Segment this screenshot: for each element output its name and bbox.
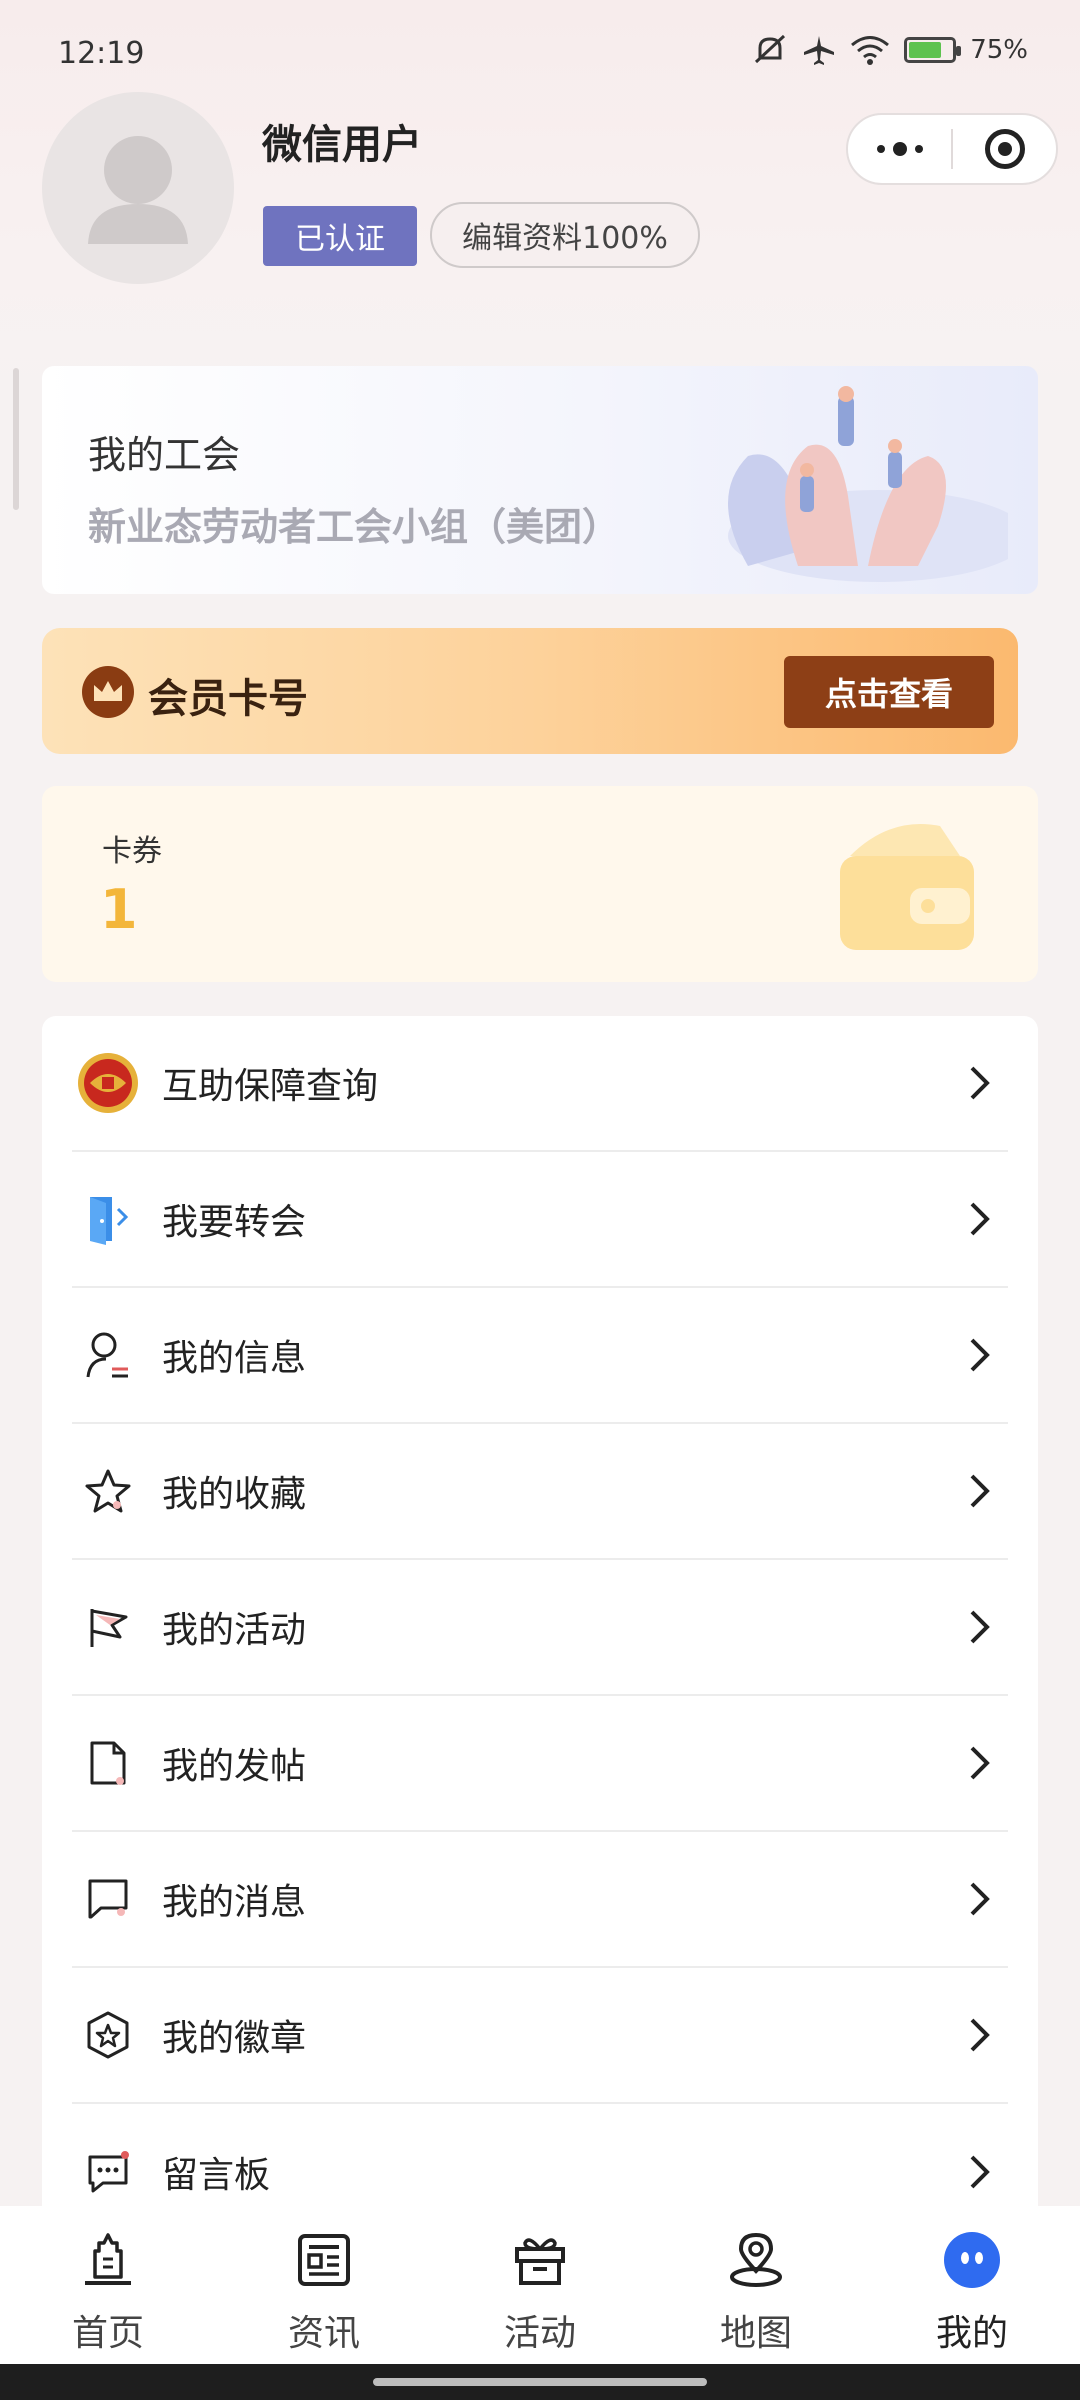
member-card-banner[interactable]: 会员卡号 点击查看: [42, 628, 1018, 754]
battery-percent: 75%: [970, 35, 1028, 65]
more-dot-icon: [914, 145, 923, 153]
transfer-door-icon: [76, 1187, 140, 1251]
chevron-right-icon: [960, 1879, 1000, 1919]
chevron-right-icon: [960, 2152, 1000, 2192]
wallet-icon: [840, 824, 974, 950]
menu-list: 互助保障查询 我要转会 我的信息 我的收藏 我的活动 我的发帖 我的消息 我的徽…: [42, 1016, 1038, 2206]
message-icon: [76, 1867, 140, 1931]
menu-item-mutual-aid[interactable]: 互助保障查询: [72, 1016, 1008, 1152]
tab-map[interactable]: 地图: [648, 2206, 864, 2364]
target-circle-icon: [984, 129, 1025, 169]
union-title: 我的工会: [88, 433, 241, 477]
home-tower-icon: [76, 2228, 140, 2292]
union-name: 新业态劳动者工会小组（美团）: [88, 505, 621, 549]
avatar[interactable]: [42, 92, 234, 284]
menu-item-posts[interactable]: 我的发帖: [72, 1696, 1008, 1832]
username: 微信用户: [262, 122, 422, 168]
mute-bell-icon: [755, 34, 786, 64]
member-card-title: 会员卡号: [148, 676, 308, 722]
more-menu-button[interactable]: [848, 115, 951, 183]
chevron-right-icon: [960, 1743, 1000, 1783]
menu-item-label: 我的徽章: [162, 2018, 307, 2059]
menu-item-label: 我的消息: [162, 1882, 307, 1923]
home-indicator[interactable]: [373, 2378, 707, 2386]
tab-label: 资讯: [287, 2313, 360, 2354]
menu-item-label: 留言板: [162, 2155, 271, 2196]
my-union-card[interactable]: 我的工会 新业态劳动者工会小组（美团）: [42, 366, 1038, 594]
tab-label: 首页: [71, 2313, 144, 2354]
scroll-indicator: [13, 368, 19, 510]
menu-item-label: 我要转会: [162, 1202, 307, 1243]
union-illustration-icon: [728, 386, 1008, 582]
menu-item-badges[interactable]: 我的徽章: [72, 1968, 1008, 2104]
menu-item-activities[interactable]: 我的活动: [72, 1560, 1008, 1696]
chevron-right-icon: [960, 2015, 1000, 2055]
coupon-card[interactable]: 卡券 1: [42, 786, 1038, 982]
user-info-icon: [76, 1323, 140, 1387]
mine-icon: [940, 2228, 1004, 2292]
default-avatar-icon: [88, 136, 188, 244]
tab-home[interactable]: 首页: [0, 2206, 216, 2364]
tab-label: 我的: [935, 2313, 1008, 2354]
bottom-tab-bar: 首页 资讯 活动 地图 我的: [0, 2206, 1080, 2364]
document-icon: [76, 1731, 140, 1795]
chevron-right-icon: [960, 1335, 1000, 1375]
more-dot-icon: [892, 142, 907, 156]
tab-news[interactable]: 资讯: [216, 2206, 432, 2364]
tab-label: 活动: [503, 2313, 576, 2354]
map-pin-icon: [724, 2228, 788, 2292]
news-icon: [292, 2228, 356, 2292]
miniprogram-capsule: [846, 113, 1058, 185]
close-miniprogram-button[interactable]: [953, 115, 1056, 183]
tab-label: 地图: [719, 2313, 792, 2354]
menu-item-messages[interactable]: 我的消息: [72, 1832, 1008, 1968]
coupon-count: 1: [100, 878, 138, 941]
menu-item-label: 我的信息: [162, 1338, 307, 1379]
edit-profile-button[interactable]: 编辑资料100%: [430, 202, 700, 268]
mutual-aid-emblem-icon: [76, 1051, 140, 1115]
chevron-right-icon: [960, 1199, 1000, 1239]
coupon-label: 卡券: [102, 834, 162, 869]
menu-item-label: 我的活动: [162, 1610, 307, 1651]
chevron-right-icon: [960, 1471, 1000, 1511]
flag-icon: [76, 1595, 140, 1659]
menu-item-label: 我的发帖: [162, 1746, 307, 1787]
menu-item-label: 互助保障查询: [162, 1066, 379, 1107]
view-member-card-button[interactable]: 点击查看: [784, 656, 994, 728]
more-dot-icon: [876, 145, 885, 153]
tab-mine[interactable]: 我的: [864, 2206, 1080, 2364]
menu-item-label: 我的收藏: [162, 1474, 307, 1515]
status-bar: 12:19 75%: [0, 0, 1080, 100]
wifi-icon: [851, 36, 890, 65]
verified-badge: 已认证: [263, 206, 417, 266]
battery-icon: [904, 37, 962, 63]
menu-item-transfer[interactable]: 我要转会: [72, 1152, 1008, 1288]
airplane-icon: [804, 36, 835, 65]
crown-icon: [82, 666, 134, 718]
chevron-right-icon: [960, 1607, 1000, 1647]
menu-item-favorites[interactable]: 我的收藏: [72, 1424, 1008, 1560]
gesture-bar: [0, 2364, 1080, 2400]
chevron-right-icon: [960, 1063, 1000, 1103]
badge-icon: [76, 2003, 140, 2067]
gift-icon: [508, 2228, 572, 2292]
menu-item-comment-board[interactable]: 留言板: [72, 2104, 1008, 2206]
tab-activities[interactable]: 活动: [432, 2206, 648, 2364]
comment-board-icon: [76, 2140, 140, 2204]
status-time: 12:19: [58, 36, 145, 71]
menu-item-my-info[interactable]: 我的信息: [72, 1288, 1008, 1424]
star-icon: [76, 1459, 140, 1523]
status-icons: 75%: [752, 34, 1028, 66]
